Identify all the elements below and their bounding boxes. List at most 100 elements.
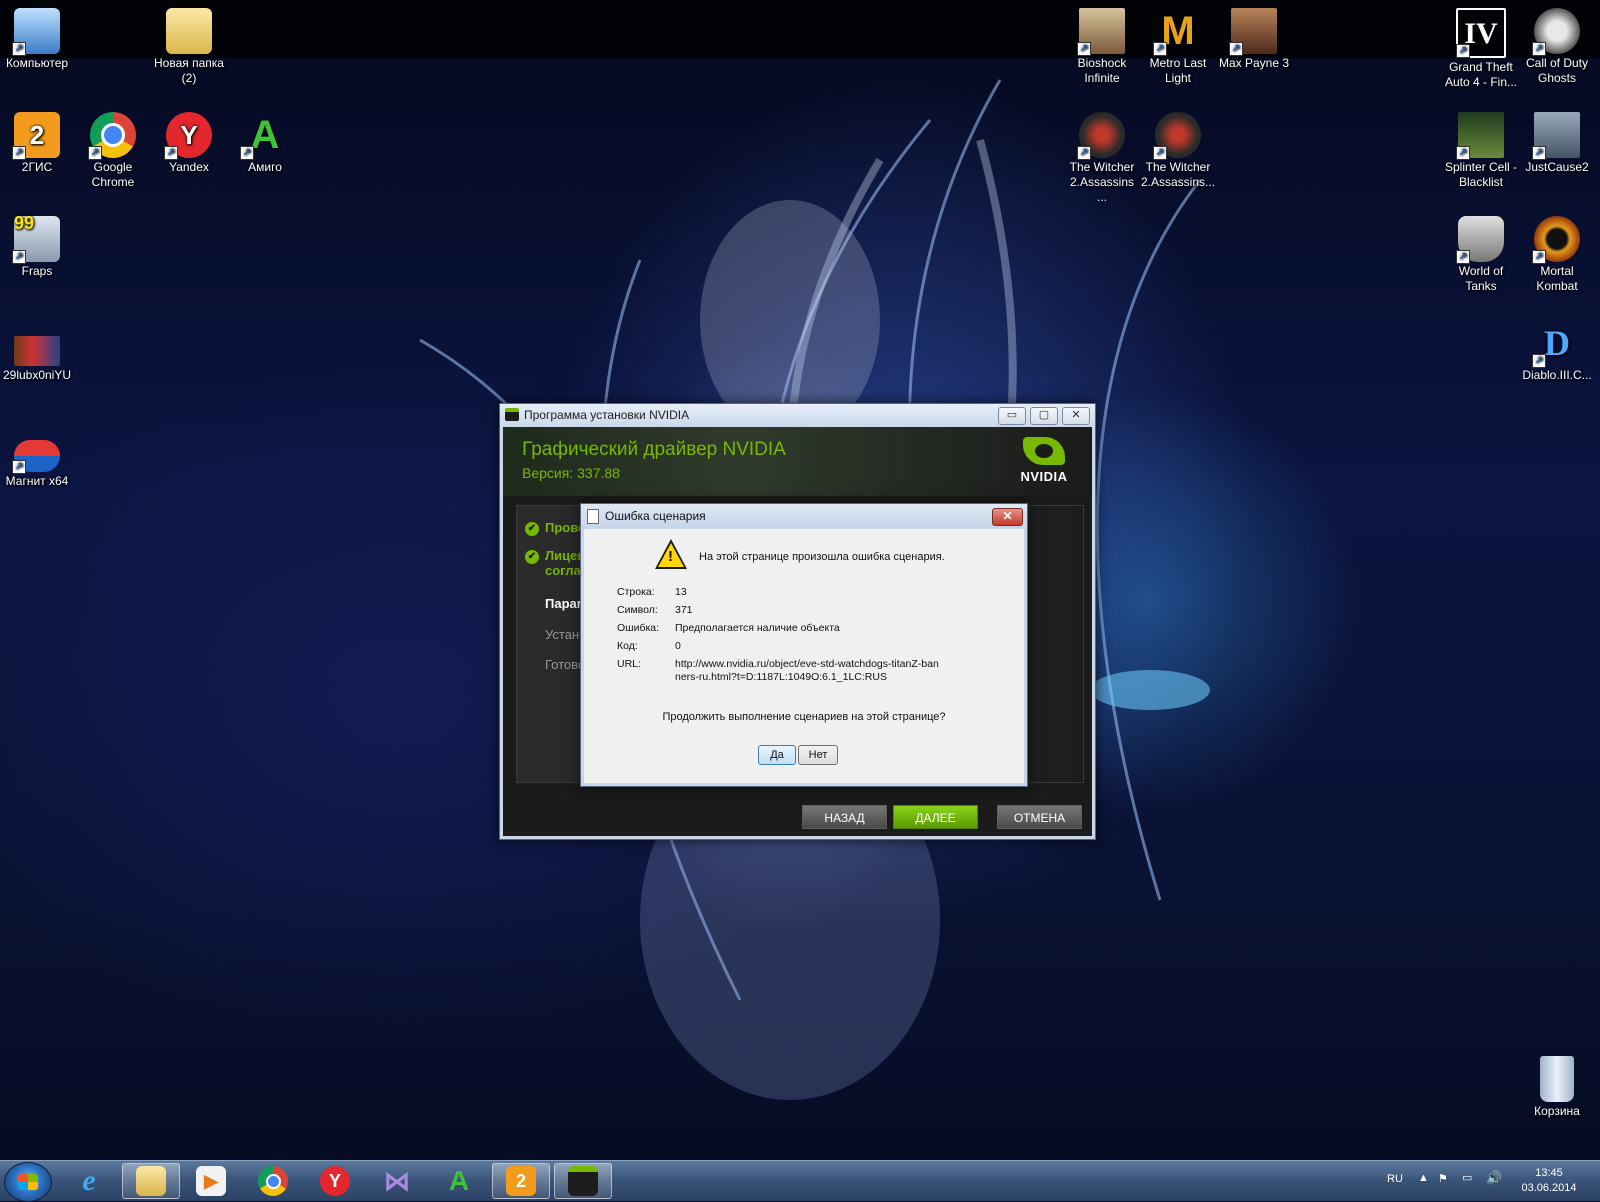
maximize-button[interactable]: ▢: [1030, 407, 1058, 425]
bioshock-icon: ↗: [1077, 8, 1125, 56]
desktop-icon-witcher-2[interactable]: ↗ The Witcher 2.Assassins...: [1141, 112, 1215, 190]
desktop-icon-label: Diablo.III.C...: [1522, 368, 1592, 382]
back-button[interactable]: НАЗАД: [802, 805, 887, 829]
desktop-icon-label: Корзина: [1534, 1104, 1580, 1118]
justcause2-icon: ↗: [1532, 112, 1580, 160]
start-button[interactable]: [4, 1162, 52, 1202]
taskbar-app-chrome[interactable]: [244, 1163, 302, 1199]
diablo3-icon: D ↗: [1532, 320, 1580, 368]
taskbar-app-media-player[interactable]: ▶: [182, 1163, 240, 1199]
desktop-icon-diablo3[interactable]: D ↗ Diablo.III.C...: [1520, 320, 1594, 383]
desktop-icon-label: Магнит x64: [5, 474, 69, 488]
nvidia-app-icon: [505, 408, 519, 421]
desktop-icon-gta4[interactable]: IV ↗ Grand Theft Auto 4 - Fin...: [1444, 8, 1518, 90]
desktop-icon-amigo[interactable]: A ↗ Амиго: [228, 112, 302, 175]
url-value: http://www.nvidia.ru/object/eve-std-watc…: [675, 658, 939, 683]
close-button[interactable]: ✕: [1062, 407, 1090, 425]
desktop-icon-2gis[interactable]: 2 ↗ 2ГИС: [0, 112, 74, 175]
desktop-icon-computer[interactable]: ↗ Компьютер: [0, 8, 74, 71]
witcher-icon: ↗: [1153, 112, 1201, 160]
desktop-icon-justcause2[interactable]: ↗ JustCause2: [1520, 112, 1594, 175]
2gis-icon: 2: [506, 1166, 536, 1196]
clock-date: 03.06.2014: [1521, 1182, 1577, 1194]
nvidia-eye-icon: [1023, 437, 1065, 465]
warning-exclamation: !: [668, 548, 673, 565]
folder-icon: [136, 1166, 166, 1196]
error-value: Предполагается наличие объекта: [675, 622, 840, 634]
internet-explorer-icon: e: [82, 1164, 96, 1197]
product-title: Графический драйвер NVIDIA: [522, 439, 786, 460]
desktop-icon-cod-ghosts[interactable]: ↗ Call of Duty Ghosts: [1520, 8, 1594, 86]
taskbar-app-ie[interactable]: e: [60, 1163, 118, 1199]
desktop-icon-bioshock[interactable]: ↗ Bioshock Infinite: [1065, 8, 1139, 86]
error-titlebar[interactable]: Ошибка сценария ✕: [581, 504, 1027, 528]
desktop-icon-label: Fraps: [21, 264, 53, 278]
amigo-icon: A ↗: [240, 112, 288, 160]
yes-button[interactable]: Да: [758, 745, 796, 765]
nvidia-titlebar[interactable]: Программа установки NVIDIA ▭ ▢ ✕: [500, 404, 1095, 426]
minimize-button[interactable]: ▭: [998, 407, 1026, 425]
error-message: На этой странице произошла ошибка сценар…: [699, 551, 945, 563]
desktop-icon-new-folder[interactable]: Новая папка (2): [152, 8, 226, 86]
desktop-icon-metro[interactable]: M ↗ Metro Last Light: [1141, 8, 1215, 86]
video-thumbnail-icon: [14, 336, 60, 366]
desktop-icon-29lubx0niyu[interactable]: 29lubx0niYU: [0, 336, 74, 383]
taskbar-app-2gis[interactable]: 2: [492, 1163, 550, 1199]
visual-studio-icon: ⋈: [384, 1165, 410, 1196]
taskbar-app-visual-studio[interactable]: ⋈: [368, 1163, 426, 1199]
nvidia-header: Графический драйвер NVIDIA Версия: 337.8…: [503, 427, 1092, 496]
nvidia-logo-text: NVIDIA: [1020, 469, 1068, 484]
taskbar-app-yandex[interactable]: Y: [306, 1163, 364, 1199]
desktop-icon-label: Амиго: [248, 160, 282, 174]
next-button[interactable]: ДАЛЕЕ: [893, 805, 978, 829]
no-button[interactable]: Нет: [798, 745, 838, 765]
desktop-icon-label: Yandex: [169, 160, 209, 174]
desktop-icon-splinter-cell[interactable]: ↗ Splinter Cell - Blacklist: [1444, 112, 1518, 190]
amigo-icon: A: [448, 1165, 470, 1196]
document-icon: [587, 509, 599, 524]
desktop-icon-fraps[interactable]: 99 ↗ Fraps: [0, 214, 74, 279]
nvidia-logo: NVIDIA: [1016, 437, 1072, 485]
witcher-icon: ↗: [1077, 112, 1125, 160]
windows-flag-icon: [18, 1174, 38, 1190]
yandex-icon: Y: [320, 1166, 350, 1196]
desktop-icon-label: Metro Last Light: [1149, 56, 1207, 85]
desktop-icon-label: Call of Duty Ghosts: [1525, 56, 1589, 85]
language-indicator[interactable]: RU: [1387, 1173, 1403, 1185]
network-icon[interactable]: ▭: [1462, 1171, 1472, 1184]
close-button[interactable]: ✕: [992, 508, 1023, 526]
world-of-tanks-icon: ↗: [1456, 216, 1504, 264]
error-label: Ошибка:: [617, 622, 660, 634]
step-check: ✔ Прове: [525, 520, 585, 536]
desktop-icon-world-of-tanks[interactable]: ↗ World of Tanks: [1444, 216, 1518, 294]
url-label: URL:: [617, 658, 641, 670]
step-license: ✔ Лицен: [525, 548, 585, 564]
fraps-icon: 99 ↗: [12, 214, 60, 264]
desktop-icon-label: Новая папка (2): [154, 56, 224, 85]
code-value: 0: [675, 640, 681, 652]
show-hidden-icons-icon[interactable]: ▲: [1418, 1172, 1429, 1184]
desktop-icon-mortal-kombat[interactable]: ↗ Mortal Kombat: [1520, 216, 1594, 294]
taskbar-app-nvidia[interactable]: [554, 1163, 612, 1199]
desktop-icon-label: Max Payne 3: [1218, 56, 1290, 70]
metro-icon: M ↗: [1153, 8, 1201, 56]
desktop-icon-chrome[interactable]: ↗ Google Chrome: [76, 112, 150, 190]
desktop-icon-label: Mortal Kombat: [1536, 264, 1578, 293]
desktop-icon-yandex[interactable]: Y ↗ Yandex: [152, 112, 226, 175]
taskbar-app-amigo[interactable]: A: [430, 1163, 488, 1199]
cancel-button[interactable]: ОТМЕНА: [997, 805, 1082, 829]
volume-icon[interactable]: 🔊: [1486, 1170, 1502, 1186]
splinter-cell-icon: ↗: [1456, 112, 1504, 160]
taskbar-clock[interactable]: 13:45 03.06.2014: [1512, 1166, 1586, 1196]
desktop-icon-witcher-1[interactable]: ↗ The Witcher 2.Assassins ...: [1065, 112, 1139, 205]
script-error-dialog[interactable]: Ошибка сценария ✕ ! На этой странице про…: [580, 503, 1028, 787]
product-version: Версия: 337.88: [522, 465, 620, 481]
desktop-icon-label: JustCause2: [1525, 160, 1589, 174]
action-center-icon[interactable]: ⚑: [1438, 1172, 1448, 1185]
continue-question: Продолжить выполнение сценариев на этой …: [662, 711, 946, 723]
desktop-icon-max-payne[interactable]: ↗ Max Payne 3: [1217, 8, 1291, 71]
desktop-icon-label: The Witcher 2.Assassins...: [1141, 160, 1216, 189]
taskbar-app-explorer[interactable]: [122, 1163, 180, 1199]
desktop-icon-recycle-bin[interactable]: Корзина: [1520, 1056, 1594, 1119]
desktop-icon-magnit[interactable]: ↗ Магнит x64: [0, 440, 74, 489]
